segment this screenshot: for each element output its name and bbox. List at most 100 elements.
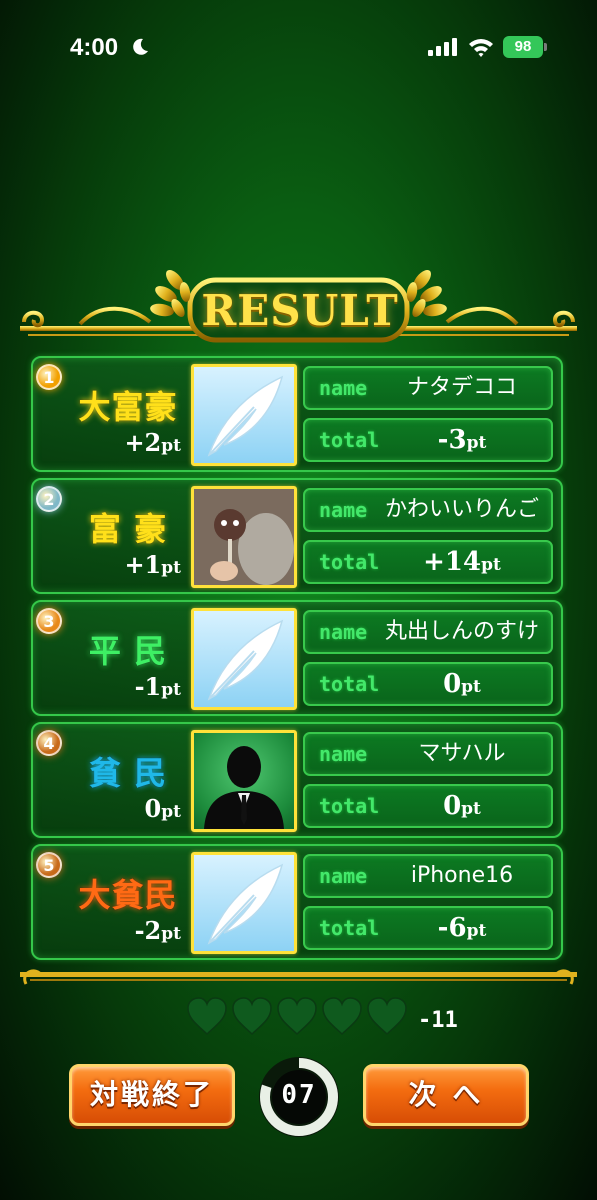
total-value: -3pt xyxy=(379,420,545,460)
round-points-unit: pt xyxy=(161,436,181,456)
feather-icon xyxy=(207,375,284,457)
ranking-row: 2富 豪 +1pt name かわいいりんご total +14pt xyxy=(31,478,563,594)
round-points-unit: pt xyxy=(161,924,181,944)
total-field: total 0pt xyxy=(303,784,553,828)
name-label: name xyxy=(319,498,368,522)
total-unit: pt xyxy=(481,555,501,575)
heart-icon xyxy=(367,997,407,1036)
total-label: total xyxy=(319,550,380,574)
player-avatar xyxy=(191,852,297,954)
total-unit: pt xyxy=(461,677,481,697)
heart-icon xyxy=(187,997,227,1036)
round-points: +1pt xyxy=(124,550,181,579)
feather-icon xyxy=(207,863,284,945)
total-field: total +14pt xyxy=(303,540,553,584)
player-avatar xyxy=(191,486,297,588)
total-label: total xyxy=(319,916,380,940)
player-name: iPhone16 xyxy=(410,863,514,888)
player-name: マサハル xyxy=(418,741,506,766)
round-points: 0pt xyxy=(145,794,181,823)
name-label: name xyxy=(319,864,368,888)
round-points-value: -2 xyxy=(134,916,162,945)
moon-icon xyxy=(133,38,148,55)
user-photo xyxy=(194,489,294,585)
rank-title: 富 豪 xyxy=(88,510,168,548)
total-value: -6pt xyxy=(379,908,545,948)
rank-badge: 4 xyxy=(36,730,62,756)
total-field: total -6pt xyxy=(303,906,553,950)
total-label: total xyxy=(319,428,380,452)
round-points: -2pt xyxy=(135,916,181,945)
total-number: 0 xyxy=(443,669,462,699)
result-header: RESULT xyxy=(20,262,577,357)
cellular-signal-icon xyxy=(428,38,457,56)
rank-badge: 5 xyxy=(36,852,62,878)
hearts-row xyxy=(186,996,416,1040)
round-points-value: -1 xyxy=(134,672,162,701)
round-points: +2pt xyxy=(124,428,181,457)
name-field: name マサハル xyxy=(303,732,553,776)
result-title: RESULT xyxy=(201,286,399,335)
heart-icon xyxy=(322,997,362,1036)
total-number: -6 xyxy=(437,913,467,943)
round-points-value: +1 xyxy=(124,550,162,579)
name-field: name iPhone16 xyxy=(303,854,553,898)
total-label: total xyxy=(319,794,380,818)
timer-value: 07 xyxy=(281,1080,317,1110)
name-label: name xyxy=(319,620,368,644)
round-points: -1pt xyxy=(135,672,181,701)
status-bar: 4:00 98 xyxy=(0,0,597,90)
round-points-value: +2 xyxy=(124,428,162,457)
rank-badge: 2 xyxy=(36,486,62,512)
rank-title: 大貧民 xyxy=(78,876,178,914)
wifi-icon xyxy=(469,39,493,57)
total-unit: pt xyxy=(466,433,487,453)
ranking-row: 5 大貧民 -2pt name iPhone16 total -6pt xyxy=(31,844,563,960)
end-match-button[interactable]: 対戦終了 xyxy=(69,1064,235,1126)
round-points-value: 0 xyxy=(144,794,162,823)
rank-title: 大富豪 xyxy=(78,388,178,426)
battery-indicator: 98 xyxy=(503,36,543,58)
total-label: total xyxy=(319,672,380,696)
name-label: name xyxy=(319,742,368,766)
total-number: 0 xyxy=(443,791,462,821)
name-field: name かわいいりんご xyxy=(303,488,553,532)
total-number: -3 xyxy=(437,425,467,455)
rank-title: 平 民 xyxy=(88,632,168,670)
player-name: ナタデココ xyxy=(406,375,517,400)
player-avatar xyxy=(191,608,297,710)
player-name: かわいいりんご xyxy=(384,497,539,522)
total-value: +14pt xyxy=(379,542,545,582)
total-value: 0pt xyxy=(379,786,545,826)
total-unit: pt xyxy=(461,799,481,819)
total-field: total 0pt xyxy=(303,662,553,706)
ranking-row: 4貧 民 0pt name マサハル total 0pt xyxy=(31,722,563,838)
round-points-unit: pt xyxy=(161,802,181,822)
round-points-unit: pt xyxy=(161,680,181,700)
name-field: name 丸出しんのすけ xyxy=(303,610,553,654)
bottom-ornament xyxy=(20,969,577,985)
feather-icon xyxy=(207,619,284,701)
hearts-score: -11 xyxy=(418,1008,458,1033)
total-value: 0pt xyxy=(379,664,545,704)
battery-cap xyxy=(544,43,547,51)
battery-level: 98 xyxy=(514,38,532,55)
player-avatar xyxy=(191,730,297,832)
ranking-row: 3平 民 -1pt name 丸出しんのすけ total 0pt xyxy=(31,600,563,716)
round-points-unit: pt xyxy=(161,558,181,578)
player-avatar xyxy=(191,364,297,466)
total-number: +14 xyxy=(423,547,482,577)
total-unit: pt xyxy=(466,921,487,941)
silhouette-icon xyxy=(204,746,284,829)
rank-badge: 1 xyxy=(36,364,62,390)
clock: 4:00 xyxy=(70,34,119,61)
name-field: name ナタデココ xyxy=(303,366,553,410)
total-field: total -3pt xyxy=(303,418,553,462)
player-name: 丸出しんのすけ xyxy=(384,619,539,644)
heart-icon xyxy=(277,997,317,1036)
next-button[interactable]: 次 へ xyxy=(363,1064,529,1126)
heart-icon xyxy=(232,997,272,1036)
ranking-row: 1 大富豪 +2pt name ナタデココ total -3pt xyxy=(31,356,563,472)
name-label: name xyxy=(319,376,368,400)
rank-title: 貧 民 xyxy=(88,754,168,792)
